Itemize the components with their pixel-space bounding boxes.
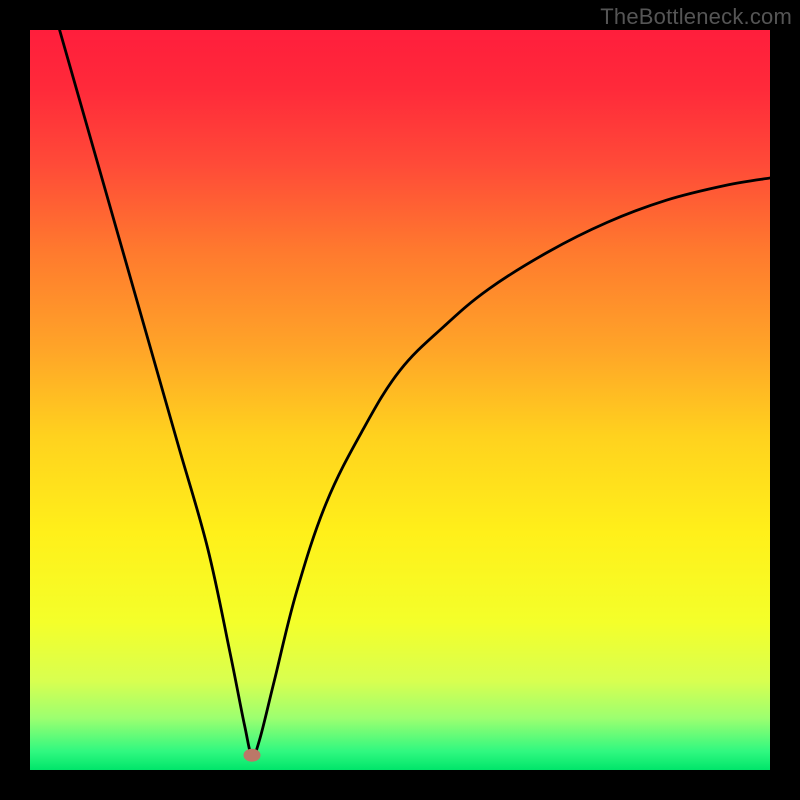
watermark-text: TheBottleneck.com <box>600 4 792 30</box>
chart-plot <box>30 30 770 770</box>
optimum-marker <box>244 749 260 761</box>
chart-background <box>30 30 770 770</box>
chart-frame: TheBottleneck.com <box>0 0 800 800</box>
